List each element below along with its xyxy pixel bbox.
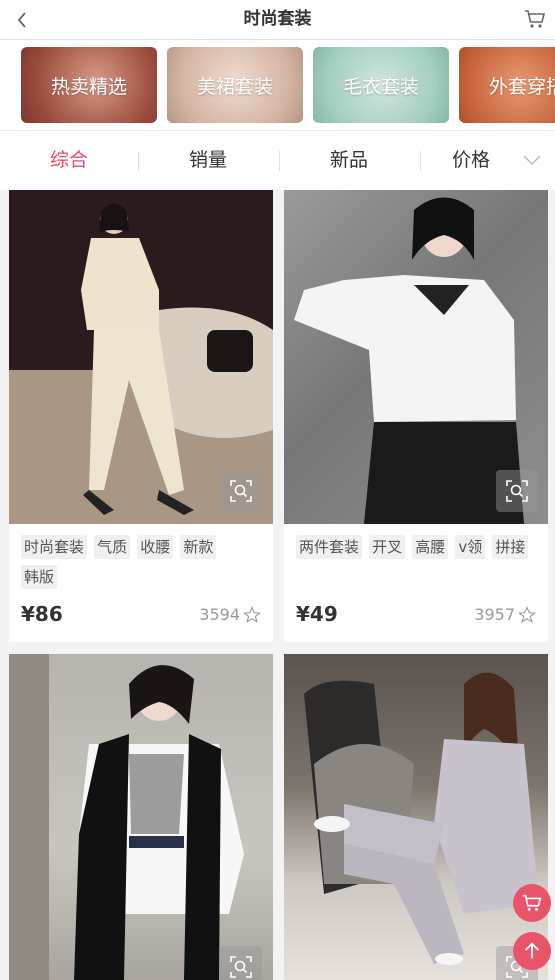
category-card-dress[interactable]: 美裙套装 bbox=[167, 47, 303, 123]
tab-sales[interactable]: 销量 bbox=[139, 131, 277, 191]
tag[interactable]: 开叉 bbox=[369, 535, 406, 559]
tag[interactable]: v领 bbox=[455, 535, 486, 559]
product-card[interactable] bbox=[284, 654, 548, 980]
category-label: 美裙套装 bbox=[196, 75, 273, 98]
chevron-down-icon[interactable] bbox=[522, 153, 542, 167]
tag[interactable]: 韩版 bbox=[21, 565, 58, 589]
tab-new[interactable]: 新品 bbox=[280, 131, 418, 191]
like-number: 3594 bbox=[199, 605, 240, 624]
category-label: 外套穿搭 bbox=[488, 75, 555, 98]
like-number: 3957 bbox=[474, 605, 515, 624]
product-image[interactable] bbox=[284, 190, 548, 524]
star-icon[interactable] bbox=[243, 605, 261, 624]
zoom-button[interactable] bbox=[220, 470, 262, 512]
tag[interactable]: 气质 bbox=[94, 535, 131, 559]
tab-price[interactable]: 价格 bbox=[421, 131, 521, 191]
star-icon[interactable] bbox=[518, 605, 536, 624]
product-card[interactable]: 时尚套装 气质 收腰 新款 韩版 ¥86 3594 bbox=[9, 190, 273, 642]
zoom-button[interactable] bbox=[220, 946, 262, 980]
tag-list: 两件套装 开叉 高腰 v领 拼接 bbox=[296, 535, 536, 565]
category-carousel[interactable]: 热卖精选 美裙套装 毛衣套装 外套穿搭 bbox=[0, 40, 555, 130]
tab-comprehensive[interactable]: 综合 bbox=[0, 131, 138, 191]
category-card-hot[interactable]: 热卖精选 bbox=[21, 47, 157, 123]
zoom-search-icon bbox=[230, 480, 252, 502]
cart-icon[interactable] bbox=[523, 7, 547, 31]
tag[interactable]: 时尚套装 bbox=[21, 535, 88, 559]
price: ¥49 bbox=[296, 602, 338, 626]
arrow-up-icon bbox=[524, 942, 540, 959]
model-illustration bbox=[9, 654, 244, 980]
category-label: 热卖精选 bbox=[50, 75, 127, 98]
like-count[interactable]: 3957 bbox=[474, 605, 536, 624]
tag[interactable]: 两件套装 bbox=[296, 535, 363, 559]
product-image[interactable] bbox=[9, 654, 273, 980]
zoom-search-icon bbox=[230, 956, 252, 978]
top-nav-bar: 时尚套装 bbox=[0, 0, 555, 40]
tag[interactable]: 高腰 bbox=[412, 535, 449, 559]
product-card[interactable]: 两件套装 开叉 高腰 v领 拼接 ¥49 3957 bbox=[284, 190, 548, 642]
tag[interactable]: 新款 bbox=[180, 535, 217, 559]
category-card-sweater[interactable]: 毛衣套装 bbox=[313, 47, 449, 123]
cart-icon bbox=[522, 894, 542, 911]
product-image[interactable] bbox=[284, 654, 548, 980]
back-to-top-button[interactable] bbox=[513, 932, 551, 970]
price: ¥86 bbox=[21, 602, 63, 626]
zoom-button[interactable] bbox=[496, 470, 538, 512]
model-illustration bbox=[304, 672, 539, 965]
product-image[interactable] bbox=[9, 190, 273, 524]
floating-cart-button[interactable] bbox=[513, 884, 551, 922]
category-card-coat[interactable]: 外套穿搭 bbox=[459, 47, 555, 123]
page-title: 时尚套装 bbox=[243, 9, 312, 29]
tag[interactable]: 收腰 bbox=[137, 535, 174, 559]
category-label: 毛衣套装 bbox=[342, 75, 419, 98]
zoom-search-icon bbox=[506, 480, 528, 502]
tag-list: 时尚套装 气质 收腰 新款 韩版 bbox=[21, 535, 261, 595]
product-card[interactable] bbox=[9, 654, 273, 980]
tag[interactable]: 拼接 bbox=[492, 535, 529, 559]
sort-bar: 综合 销量 新品 价格 bbox=[0, 130, 555, 190]
like-count[interactable]: 3594 bbox=[199, 605, 261, 624]
